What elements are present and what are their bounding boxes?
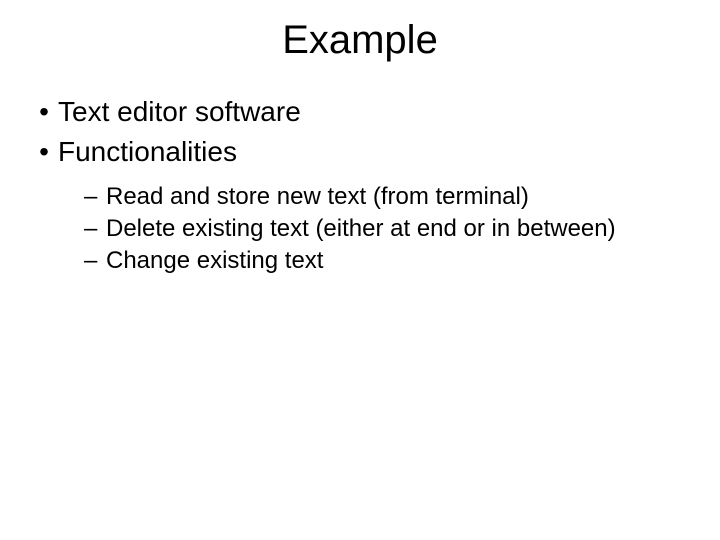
list-item: – Read and store new text (from terminal… (84, 181, 690, 213)
dash-marker: – (84, 181, 106, 213)
list-item: – Change existing text (84, 245, 690, 277)
bullet-text: Change existing text (106, 245, 690, 277)
bullet-marker: • (30, 93, 58, 131)
list-item: • Text editor software (30, 93, 690, 131)
slide-content: • Text editor software • Functionalities… (0, 93, 720, 278)
dash-marker: – (84, 213, 106, 245)
sub-list: – Read and store new text (from terminal… (30, 173, 690, 278)
bullet-text: Text editor software (58, 93, 690, 131)
bullet-text: Read and store new text (from terminal) (106, 181, 690, 213)
list-item: • Functionalities (30, 133, 690, 171)
dash-marker: – (84, 245, 106, 277)
list-item: – Delete existing text (either at end or… (84, 213, 690, 245)
bullet-text: Functionalities (58, 133, 690, 171)
bullet-marker: • (30, 133, 58, 171)
slide-title: Example (0, 0, 720, 93)
bullet-text: Delete existing text (either at end or i… (106, 213, 690, 245)
